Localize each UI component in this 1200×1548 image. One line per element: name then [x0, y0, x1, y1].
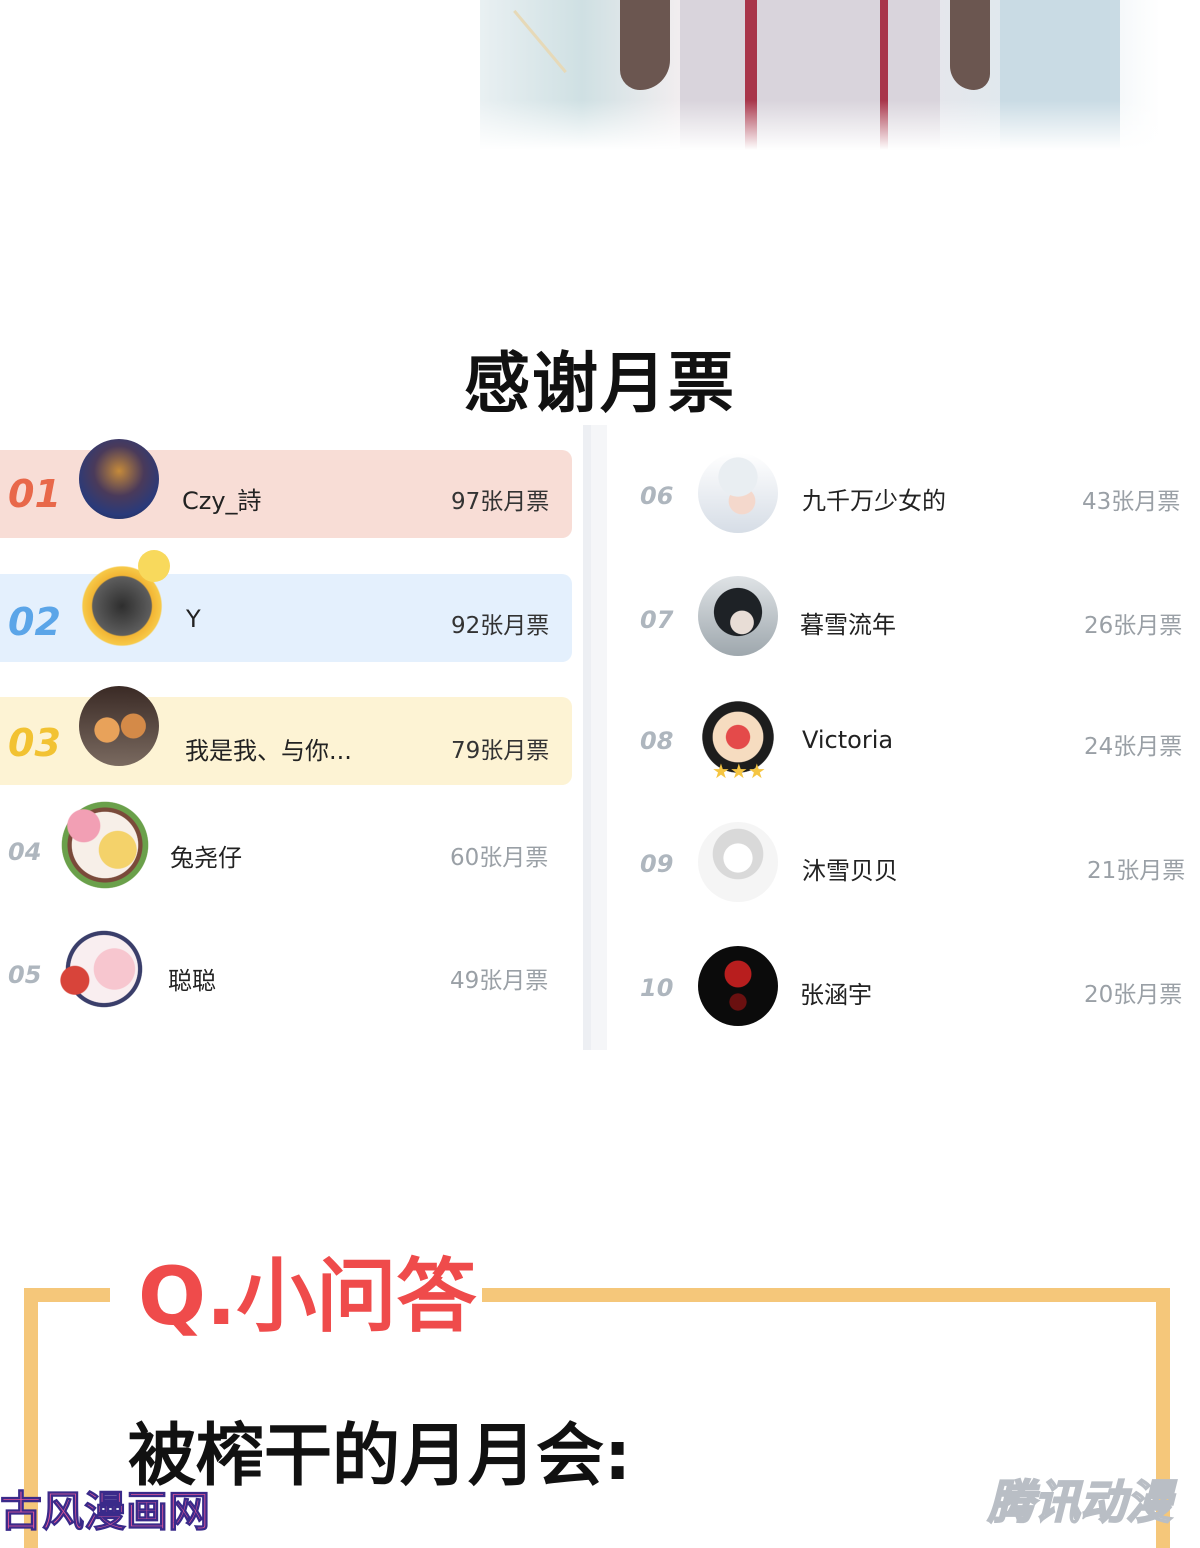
rank-row-7: 07 暮雪流年 26张月票 — [620, 574, 1195, 662]
rank-row-5: 05 聪聪 49张月票 — [0, 922, 572, 1016]
avatar — [698, 946, 778, 1026]
ticket-count: 20张月票 — [1084, 982, 1183, 1008]
rank-row-8: 08 ★★★ Victoria 24张月票 — [620, 687, 1195, 787]
ticket-count: 60张月票 — [450, 845, 549, 871]
user-name: 张涵宇 — [800, 981, 872, 1009]
column-divider — [583, 425, 607, 1050]
page-title: 感谢月票 — [464, 345, 736, 422]
user-name: 九千万少女的 — [802, 487, 946, 515]
user-name: 聪聪 — [168, 967, 216, 995]
rank-number: 10 — [640, 974, 674, 1002]
rank-row-10: 10 张涵宇 20张月票 — [620, 944, 1195, 1032]
rank-row-4: 04 兔尧仔 60张月票 — [0, 797, 572, 893]
avatar — [52, 797, 158, 893]
star-icon: ★★★ — [712, 759, 766, 783]
user-name: Y — [186, 605, 201, 633]
watermark-right: 腾讯动漫 — [987, 1474, 1173, 1530]
avatar — [52, 922, 156, 1016]
avatar — [79, 686, 159, 766]
user-name: 沐雪贝贝 — [802, 857, 898, 885]
sun-icon — [138, 550, 170, 582]
rank-row-3: 03 我是我、与你... 79张月票 — [0, 686, 572, 785]
user-name: 兔尧仔 — [170, 844, 242, 872]
rank-number: 07 — [640, 606, 674, 634]
rank-number: 02 — [8, 600, 61, 644]
watermark-left: 古风漫画网 — [0, 1487, 211, 1537]
qa-title: Q.小问答 — [138, 1250, 477, 1343]
rank-number: 08 — [640, 727, 674, 755]
rank-number: 06 — [640, 482, 674, 510]
rank-row-6: 06 九千万少女的 43张月票 — [620, 450, 1195, 538]
ticket-count: 49张月票 — [450, 968, 549, 994]
rank-number: 01 — [8, 472, 61, 516]
ticket-count: 26张月票 — [1084, 613, 1183, 639]
avatar — [698, 576, 778, 656]
rank-row-1: 01 Czy_詩 97张月票 — [0, 439, 572, 538]
user-name: Czy_詩 — [182, 487, 262, 515]
rank-row-2: 02 Y 92张月票 — [0, 550, 572, 662]
ticket-count: 79张月票 — [451, 738, 550, 764]
avatar — [698, 822, 778, 902]
avatar — [698, 453, 778, 533]
rank-number: 05 — [8, 961, 42, 989]
rank-number: 03 — [8, 721, 61, 765]
ticket-count: 21张月票 — [1087, 858, 1186, 884]
ticket-count: 92张月票 — [451, 613, 550, 639]
rank-number: 04 — [8, 838, 42, 866]
rank-number: 09 — [640, 850, 674, 878]
rank-row-9: 09 沐雪贝贝 21张月票 — [620, 820, 1195, 908]
user-name: 暮雪流年 — [800, 611, 896, 639]
ticket-count: 24张月票 — [1084, 734, 1183, 760]
user-name: Victoria — [802, 726, 894, 754]
user-name: 我是我、与你... — [185, 737, 352, 765]
ticket-count: 43张月票 — [1082, 489, 1181, 515]
avatar — [79, 439, 159, 519]
header-illustration — [480, 0, 1160, 150]
ticket-count: 97张月票 — [451, 489, 550, 515]
